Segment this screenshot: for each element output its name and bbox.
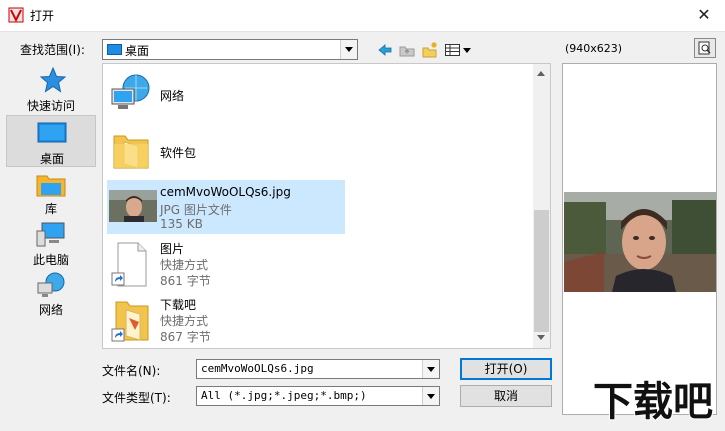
sidebar-item-label: 库 xyxy=(44,202,57,216)
sidebar-item-quick-access[interactable]: 快速访问 xyxy=(6,63,96,115)
library-icon xyxy=(36,175,66,197)
chevron-down-icon[interactable] xyxy=(340,40,357,59)
places-sidebar: 快速访问 桌面 库 此电脑 网络 xyxy=(6,63,96,325)
list-item[interactable]: 图片 快捷方式 861 字节 xyxy=(107,238,345,290)
sidebar-item-label: 快速访问 xyxy=(26,99,75,113)
filename-input[interactable]: cemMvoWoOLQs6.jpg xyxy=(196,359,440,379)
sidebar-item-label: 网络 xyxy=(38,303,63,317)
computer-icon xyxy=(36,222,65,247)
view-menu-icon[interactable] xyxy=(444,41,474,59)
shortcut-file-icon xyxy=(111,242,147,287)
vertical-scrollbar[interactable] xyxy=(533,64,550,348)
sidebar-item-label: 此电脑 xyxy=(32,253,69,267)
filetype-label: 文件类型(T): xyxy=(102,391,171,405)
preview-dimensions: (940x623) xyxy=(565,42,623,55)
sidebar-item-network[interactable]: 网络 xyxy=(6,269,96,319)
title-bar xyxy=(0,0,725,31)
chevron-down-icon[interactable] xyxy=(422,387,439,405)
file-size: 135 KB xyxy=(160,217,203,231)
file-name: cemMvoWoOLQs6.jpg xyxy=(160,185,291,199)
desktop-icon xyxy=(107,44,122,55)
look-in-label: 查找范围(I): xyxy=(20,43,85,57)
close-button[interactable]: ✕ xyxy=(692,4,716,26)
app-icon xyxy=(8,7,24,23)
chevron-down-icon[interactable] xyxy=(422,360,439,378)
file-name: 下载吧 xyxy=(160,298,197,312)
preview-image xyxy=(564,192,716,292)
sidebar-item-desktop[interactable]: 桌面 xyxy=(6,115,96,167)
file-list[interactable]: 网络 软件包 cemMvoWoOLQs6.jpg JPG 图片文件 135 KB… xyxy=(102,63,551,349)
filetype-value: All (*.jpg;*.jpeg;*.bmp;) xyxy=(201,389,367,402)
cancel-button[interactable]: 取消 xyxy=(460,385,552,407)
back-arrow-icon[interactable] xyxy=(376,41,394,59)
list-item-selected[interactable]: cemMvoWoOLQs6.jpg JPG 图片文件 135 KB xyxy=(107,180,345,234)
list-item[interactable]: 下载吧 快捷方式 867 字节 xyxy=(107,294,345,346)
photo-thumbnail xyxy=(109,190,157,222)
preview-toggle-button[interactable] xyxy=(694,38,716,58)
filetype-select[interactable]: All (*.jpg;*.jpeg;*.bmp;) xyxy=(196,386,440,406)
file-size: 861 字节 xyxy=(160,274,211,288)
sidebar-item-this-pc[interactable]: 此电脑 xyxy=(6,219,96,267)
look-in-value: 桌面 xyxy=(125,44,150,58)
network-icon xyxy=(111,74,150,109)
look-in-combo[interactable]: 桌面 xyxy=(102,39,358,60)
window-title: 打开 xyxy=(30,9,55,23)
file-type: 快捷方式 xyxy=(160,314,209,328)
desktop-icon xyxy=(37,122,67,143)
sidebar-item-library[interactable]: 库 xyxy=(6,169,96,219)
shortcut-folder-icon xyxy=(111,301,149,342)
filename-value: cemMvoWoOLQs6.jpg xyxy=(201,362,314,375)
star-icon xyxy=(40,67,66,93)
folder-icon xyxy=(113,135,149,169)
filename-label: 文件名(N): xyxy=(102,364,161,378)
magnifier-icon xyxy=(698,41,711,55)
open-button[interactable]: 打开(O) xyxy=(460,358,552,380)
sidebar-item-label: 桌面 xyxy=(39,152,64,166)
up-folder-icon[interactable] xyxy=(398,41,416,59)
new-folder-icon[interactable] xyxy=(421,41,439,59)
file-name: 软件包 xyxy=(160,146,197,160)
file-size: 867 字节 xyxy=(160,330,211,344)
watermark-url xyxy=(590,418,718,430)
network-icon xyxy=(37,272,65,297)
file-name: 网络 xyxy=(160,89,185,103)
list-item[interactable]: 网络 xyxy=(107,68,345,120)
file-name: 图片 xyxy=(160,242,185,256)
file-type: JPG 图片文件 xyxy=(160,203,232,217)
scroll-thumb[interactable] xyxy=(534,210,549,332)
list-item[interactable]: 软件包 xyxy=(107,124,345,176)
scroll-up-icon[interactable] xyxy=(533,66,550,83)
scroll-down-icon[interactable] xyxy=(533,329,550,346)
file-type: 快捷方式 xyxy=(160,258,209,272)
